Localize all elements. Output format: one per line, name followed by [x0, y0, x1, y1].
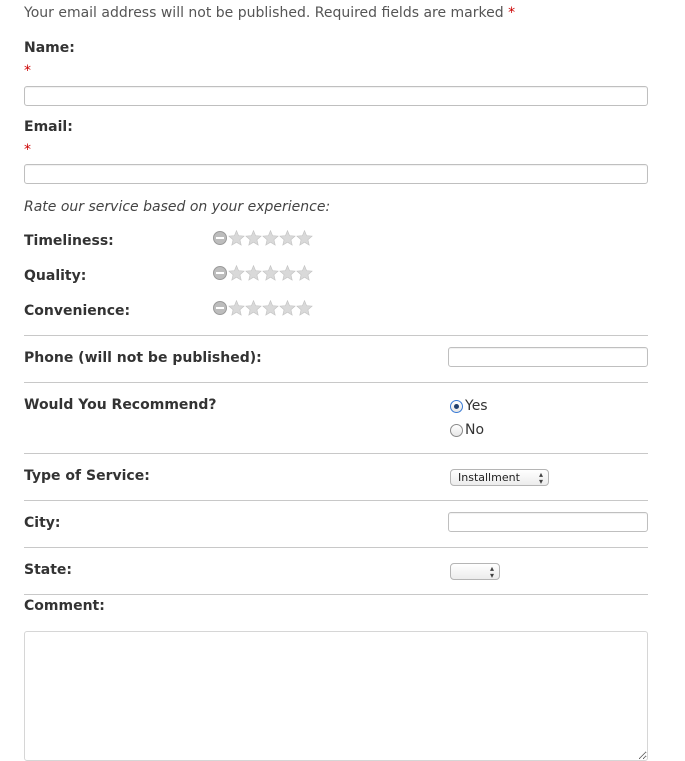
- rating-star-icon[interactable]: [279, 265, 296, 281]
- rating-star-icon[interactable]: [279, 300, 296, 316]
- divider: [24, 500, 648, 501]
- rating-star-icon[interactable]: [296, 300, 313, 316]
- rating-star-icon[interactable]: [228, 265, 245, 281]
- select-arrows-icon: ▴ ▾: [538, 470, 543, 486]
- rating-star-icon[interactable]: [228, 230, 245, 246]
- email-required-marker: *: [24, 142, 31, 158]
- recommend-yes-radio[interactable]: [450, 399, 463, 413]
- name-input[interactable]: [24, 86, 648, 106]
- recommend-no-radio[interactable]: [450, 423, 463, 437]
- city-label: City:: [24, 515, 61, 531]
- rating-star-icon[interactable]: [262, 300, 279, 316]
- service-type-value: Installment: [458, 471, 520, 484]
- recommend-no-label: No: [465, 422, 485, 438]
- rating-widget-timeliness[interactable]: [212, 230, 313, 246]
- phone-input[interactable]: [448, 347, 648, 367]
- rating-widget-quality[interactable]: [212, 265, 313, 281]
- required-notice: Your email address will not be published…: [24, 5, 515, 21]
- rating-label-timeliness: Timeliness:: [24, 233, 114, 249]
- rating-intro: Rate our service based on your experienc…: [24, 199, 331, 215]
- comment-label: Comment:: [24, 598, 105, 614]
- divider: [24, 594, 648, 595]
- rating-star-icon[interactable]: [296, 265, 313, 281]
- rating-label-quality: Quality:: [24, 268, 87, 284]
- name-required-marker: *: [24, 63, 31, 79]
- comment-textarea[interactable]: [24, 631, 648, 761]
- rating-star-icon[interactable]: [228, 300, 245, 316]
- rating-cancel-icon[interactable]: [212, 230, 228, 246]
- divider: [24, 382, 648, 383]
- email-label: Email:: [24, 119, 73, 135]
- rating-star-icon[interactable]: [279, 230, 296, 246]
- rating-star-icon[interactable]: [262, 265, 279, 281]
- service-type-label: Type of Service:: [24, 468, 150, 484]
- state-label: State:: [24, 562, 73, 578]
- rating-star-icon[interactable]: [262, 230, 279, 246]
- divider: [24, 335, 648, 336]
- name-label: Name:: [24, 40, 75, 56]
- rating-star-icon[interactable]: [245, 300, 262, 316]
- divider: [24, 453, 648, 454]
- recommend-no-option[interactable]: No: [450, 422, 484, 438]
- service-type-select[interactable]: Installment ▴ ▾: [450, 469, 549, 486]
- rating-star-icon[interactable]: [296, 230, 313, 246]
- rating-star-icon[interactable]: [245, 230, 262, 246]
- phone-label: Phone (will not be published):: [24, 350, 262, 366]
- required-marker: *: [508, 5, 516, 21]
- state-select[interactable]: ▴ ▾: [450, 563, 500, 580]
- rating-star-icon[interactable]: [245, 265, 262, 281]
- recommend-yes-option[interactable]: Yes: [450, 398, 488, 414]
- city-input[interactable]: [448, 512, 648, 532]
- rating-cancel-icon[interactable]: [212, 300, 228, 316]
- recommend-label: Would You Recommend?: [24, 397, 217, 413]
- email-input[interactable]: [24, 164, 648, 184]
- required-notice-text: Your email address will not be published…: [24, 5, 504, 21]
- select-arrows-icon: ▴ ▾: [489, 564, 494, 580]
- rating-label-convenience: Convenience:: [24, 303, 131, 319]
- divider: [24, 547, 648, 548]
- rating-widget-convenience[interactable]: [212, 300, 313, 316]
- rating-cancel-icon[interactable]: [212, 265, 228, 281]
- recommend-yes-label: Yes: [465, 398, 488, 414]
